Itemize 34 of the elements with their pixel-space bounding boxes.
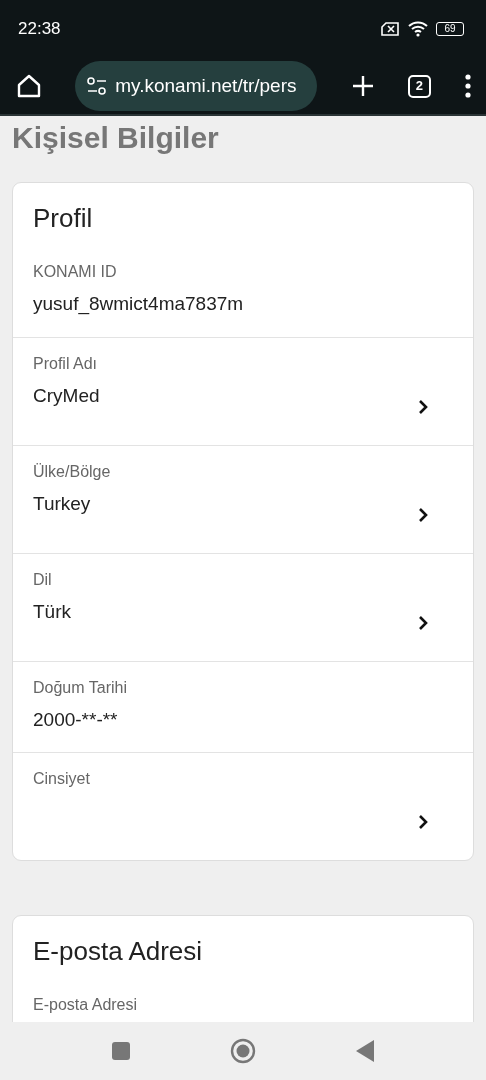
site-settings-icon — [87, 77, 108, 95]
home-button[interactable] — [16, 73, 42, 99]
field-label: Ülke/Bölge — [33, 461, 111, 482]
page-title: Kişisel Bilgiler — [12, 120, 220, 156]
home-icon — [16, 73, 42, 99]
settings-row[interactable]: Profil Adı CryMed — [13, 336, 473, 445]
plus-icon — [350, 74, 375, 99]
tabs-button[interactable]: 2 — [407, 74, 431, 98]
settings-row[interactable]: Cinsiyet — [13, 752, 473, 861]
section-title: E-posta Adresi — [32, 935, 204, 969]
menu-button[interactable] — [464, 73, 472, 99]
field-label: E-posta Adresi — [33, 995, 138, 1016]
field-value: Turkey — [33, 491, 92, 516]
field-value: Türk — [33, 599, 71, 624]
field-label: KONAMI ID — [33, 262, 118, 283]
field-value: CryMed — [33, 383, 100, 408]
section-title: Profil — [32, 202, 94, 235]
sim-icon — [381, 22, 400, 36]
home-icon[interactable] — [230, 1038, 256, 1064]
settings-row[interactable]: Dil Türk — [13, 552, 473, 661]
back-icon[interactable] — [356, 1040, 374, 1062]
url-field[interactable]: my.konami.net/tr/pers — [75, 61, 318, 111]
field-label: Doğum Tarihi — [33, 677, 127, 698]
status-time: 22:38 — [18, 18, 61, 41]
menu-icon — [464, 74, 472, 99]
field-label: Dil — [33, 569, 53, 590]
field-label: Profil Adı — [33, 353, 99, 374]
field-value: 2000-**-** — [33, 707, 119, 732]
battery-icon: 69 — [436, 22, 464, 36]
field-value: yusuf_8wmict4ma7837m — [33, 292, 244, 317]
new-tab-button[interactable] — [350, 73, 375, 99]
wifi-icon — [408, 21, 428, 37]
field-label: Cinsiyet — [33, 769, 90, 790]
settings-row[interactable]: Ülke/Bölge Turkey — [13, 444, 473, 553]
